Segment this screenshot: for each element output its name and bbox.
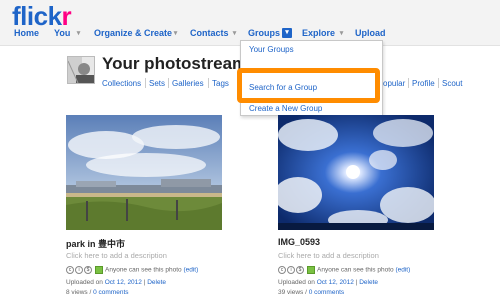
views-count: 8 views: [66, 289, 88, 296]
add-description-link[interactable]: Click here to add a description: [278, 251, 379, 260]
logo-part-blue: flick: [12, 1, 62, 31]
subnav-galleries[interactable]: Galleries: [172, 79, 204, 88]
cc-by-icon: i: [75, 266, 83, 274]
privacy-row: c i $ Anyone can see this photo (edit): [278, 266, 410, 276]
flickr-logo[interactable]: flickr: [12, 1, 72, 31]
explore-chevron-down-icon[interactable]: ▾: [338, 29, 345, 38]
divider: [145, 78, 146, 88]
edit-privacy-link[interactable]: (edit): [183, 267, 198, 274]
page-title: Your photostream: [102, 54, 248, 73]
divider: [168, 78, 169, 88]
uploaded-label: Uploaded on: [278, 279, 315, 286]
divider: [438, 78, 439, 88]
you-chevron-down-icon[interactable]: ▾: [75, 29, 82, 38]
nav-organize[interactable]: Organize & Create: [94, 28, 172, 38]
menu-item-create-group[interactable]: Create a New Group: [249, 104, 322, 113]
subnav-popular[interactable]: opular: [383, 79, 405, 88]
subnav-sets[interactable]: Sets: [149, 79, 165, 88]
subnav-collections[interactable]: Collections: [102, 79, 141, 88]
avatar-image: [68, 57, 94, 83]
nav-upload[interactable]: Upload: [355, 28, 386, 38]
cc-nc-icon: $: [296, 266, 304, 274]
views-count: 39 views: [278, 289, 304, 296]
photo-thumbnail[interactable]: [66, 115, 222, 230]
privacy-text: Anyone can see this photo: [105, 266, 182, 274]
logo-part-pink: r: [61, 1, 72, 31]
nav-home[interactable]: Home: [14, 28, 39, 38]
add-description-link[interactable]: Click here to add a description: [66, 251, 167, 260]
subnav-profile[interactable]: Profile: [412, 79, 435, 88]
nav-contacts[interactable]: Contacts: [190, 28, 229, 38]
delete-link[interactable]: Delete: [359, 279, 378, 286]
photo-thumbnail[interactable]: [278, 115, 434, 230]
edit-privacy-link[interactable]: (edit): [395, 267, 410, 274]
nav-you[interactable]: You: [54, 28, 70, 38]
comments-link[interactable]: 0 comments: [93, 289, 128, 296]
upload-info: Uploaded on Oct 12, 2012 | Delete: [278, 279, 379, 286]
highlight-box: [237, 68, 380, 103]
upload-date-link[interactable]: Oct 12, 2012: [105, 279, 142, 286]
nav-explore[interactable]: Explore: [302, 28, 335, 38]
privacy-public-icon: [95, 266, 103, 274]
delete-link[interactable]: Delete: [147, 279, 166, 286]
nav-groups[interactable]: Groups: [248, 28, 280, 38]
avatar[interactable]: [67, 56, 95, 84]
menu-item-your-groups[interactable]: Your Groups: [249, 45, 294, 54]
photo-title[interactable]: IMG_0593: [278, 237, 320, 247]
upload-date-link[interactable]: Oct 12, 2012: [317, 279, 354, 286]
subnav-tags[interactable]: Tags: [212, 79, 229, 88]
cc-by-icon: i: [287, 266, 295, 274]
groups-chevron-down-icon[interactable]: ▾: [282, 28, 292, 38]
photo-park-image: [66, 115, 222, 230]
cc-nc-icon: $: [84, 266, 92, 274]
divider: [408, 78, 409, 88]
photo-sky-image: [278, 115, 434, 230]
stats-row: 39 views / 0 comments: [278, 289, 345, 296]
subnav-scout[interactable]: Scout: [442, 79, 462, 88]
photo-title[interactable]: park in 豊中市: [66, 237, 125, 250]
upload-info: Uploaded on Oct 12, 2012 | Delete: [66, 279, 167, 286]
cc-icon: c: [66, 266, 74, 274]
uploaded-label: Uploaded on: [66, 279, 103, 286]
organize-chevron-down-icon[interactable]: ▾: [172, 29, 179, 38]
contacts-chevron-down-icon[interactable]: ▾: [231, 29, 238, 38]
cc-icon: c: [278, 266, 286, 274]
stats-row: 8 views / 0 comments: [66, 289, 129, 296]
comments-link[interactable]: 0 comments: [309, 289, 344, 296]
privacy-public-icon: [307, 266, 315, 274]
divider: [208, 78, 209, 88]
privacy-text: Anyone can see this photo: [317, 266, 394, 274]
privacy-row: c i $ Anyone can see this photo (edit): [66, 266, 198, 276]
